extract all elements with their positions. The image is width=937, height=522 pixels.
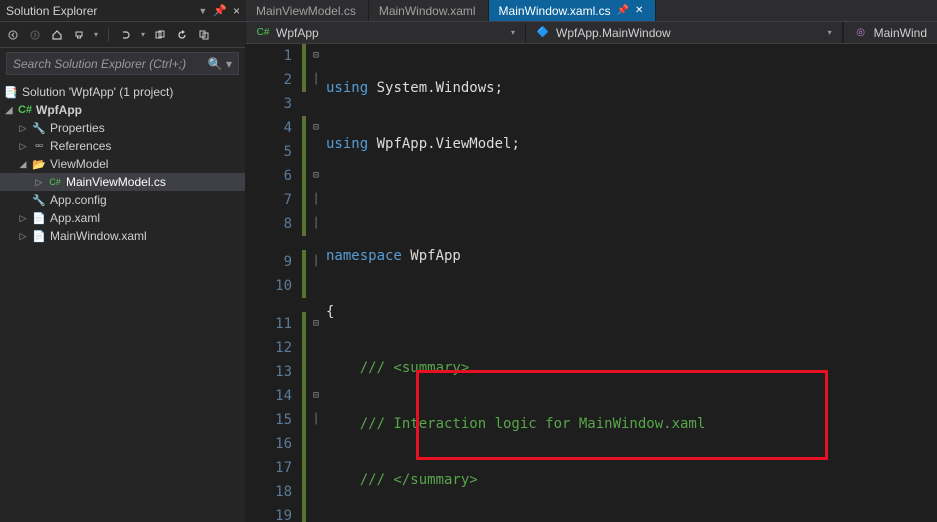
node-label: App.xaml (50, 211, 100, 225)
show-all-icon[interactable] (153, 28, 167, 42)
class-icon: 🔷 (536, 26, 550, 40)
node-label: References (50, 139, 111, 153)
line-number-gutter: 123 456 78 910 111213 141516 171819 20 (246, 44, 302, 522)
search-icon: 🔍 ▾ (208, 57, 232, 71)
nav-project-label: WpfApp (276, 26, 319, 40)
code-body[interactable]: using System.Windows; using WpfApp.ViewM… (326, 44, 937, 522)
navigation-bar: C# WpfApp ▾ 🔷 WpfApp.MainWindow ▾ ◎ Main… (246, 22, 937, 44)
nav-class-label: WpfApp.MainWindow (556, 26, 671, 40)
wrench-icon: 🔧 (32, 121, 46, 135)
sync-icon[interactable] (72, 28, 86, 42)
forward-icon[interactable] (28, 28, 42, 42)
dropdown-icon[interactable]: ▼ (198, 6, 207, 16)
nav-project-dropdown[interactable]: C# WpfApp ▾ (246, 22, 526, 43)
properties-node[interactable]: ▷ 🔧 Properties (0, 119, 245, 137)
collapse-icon[interactable]: ◢ (18, 159, 28, 170)
refresh-icon[interactable] (175, 28, 189, 42)
solution-explorer-toolbar: ▾ ▾ (0, 22, 245, 48)
expand-icon[interactable]: ▷ (18, 213, 28, 224)
code-editor[interactable]: 123 456 78 910 111213 141516 171819 20 (246, 44, 937, 522)
solution-tree: 📑 Solution 'WpfApp' (1 project) ◢ C# Wpf… (0, 79, 245, 249)
appconfig-file[interactable]: 🔧 App.config (0, 191, 245, 209)
main-area: ▾ ▾ Search Solution Explorer (Ctrl+;) 🔍 … (0, 22, 937, 522)
search-placeholder: Search Solution Explorer (Ctrl+;) (13, 57, 186, 71)
config-icon: 🔧 (32, 193, 46, 207)
nav-class-dropdown[interactable]: 🔷 WpfApp.MainWindow ▾ (526, 22, 843, 43)
outlining-margin[interactable]: ⊟│⊟⊟││ │ ⊟⊟│ (306, 44, 326, 522)
tab-label: MainViewModel.cs (256, 4, 356, 18)
xaml-icon: 📄 (32, 229, 46, 243)
node-label: MainWindow.xaml (50, 229, 147, 243)
expand-icon[interactable]: ▷ (34, 177, 44, 188)
tab-label: MainWindow.xaml.cs (499, 4, 611, 18)
solution-explorer-header: Solution Explorer ▼ 📌 × (0, 0, 246, 21)
pin-icon[interactable]: 📌 (213, 4, 227, 17)
tab-mainwindow-cs[interactable]: MainWindow.xaml.cs 📌 ✕ (489, 0, 657, 21)
node-label: ViewModel (50, 157, 108, 171)
tab-mainwindow-xaml[interactable]: MainWindow.xaml (369, 0, 489, 21)
csproj-icon: C# (18, 103, 32, 117)
xaml-icon: 📄 (32, 211, 46, 225)
solution-explorer-title: Solution Explorer (6, 4, 97, 18)
search-input[interactable]: Search Solution Explorer (Ctrl+;) 🔍 ▾ (6, 52, 239, 75)
nav-member-dropdown[interactable]: ◎ MainWind (843, 22, 937, 43)
solution-node[interactable]: 📑 Solution 'WpfApp' (1 project) (0, 83, 245, 101)
expand-icon[interactable]: ▷ (18, 141, 28, 152)
tab-mainviewmodel[interactable]: MainViewModel.cs (246, 0, 369, 21)
cs-file-icon: C# (48, 175, 62, 189)
top-strip: Solution Explorer ▼ 📌 × MainViewModel.cs… (0, 0, 937, 22)
nav-member-label: MainWind (874, 26, 927, 40)
editor-panel: C# WpfApp ▾ 🔷 WpfApp.MainWindow ▾ ◎ Main… (246, 22, 937, 522)
scope-icon[interactable] (119, 28, 133, 42)
home-icon[interactable] (50, 28, 64, 42)
pin-icon[interactable]: 📌 (617, 5, 629, 16)
viewmodel-folder[interactable]: ◢ 📂 ViewModel (0, 155, 245, 173)
back-icon[interactable] (6, 28, 20, 42)
references-icon: ▫▫ (32, 139, 46, 153)
mainwindowxaml-file[interactable]: ▷ 📄 MainWindow.xaml (0, 227, 245, 245)
expand-icon[interactable]: ▷ (18, 231, 28, 242)
csproj-icon: C# (256, 26, 270, 40)
close-icon[interactable]: × (233, 4, 240, 18)
folder-open-icon: 📂 (32, 157, 46, 171)
node-label: App.config (50, 193, 107, 207)
appxaml-file[interactable]: ▷ 📄 App.xaml (0, 209, 245, 227)
chevron-down-icon: ▾ (828, 28, 832, 37)
node-label: WpfApp (36, 103, 82, 117)
solution-icon: 📑 (4, 85, 18, 99)
collapse-icon[interactable]: ◢ (4, 105, 14, 116)
project-node[interactable]: ◢ C# WpfApp (0, 101, 245, 119)
tab-label: MainWindow.xaml (379, 4, 476, 18)
node-label: MainViewModel.cs (66, 175, 166, 189)
collapse-icon[interactable] (197, 28, 211, 42)
expand-icon[interactable]: ▷ (18, 123, 28, 134)
solution-explorer: ▾ ▾ Search Solution Explorer (Ctrl+;) 🔍 … (0, 22, 246, 522)
chevron-down-icon: ▾ (511, 28, 515, 37)
mainviewmodel-file[interactable]: ▷ C# MainViewModel.cs (0, 173, 245, 191)
method-icon: ◎ (854, 26, 868, 40)
node-label: Properties (50, 121, 105, 135)
references-node[interactable]: ▷ ▫▫ References (0, 137, 245, 155)
close-icon[interactable]: ✕ (635, 5, 643, 16)
node-label: Solution 'WpfApp' (1 project) (22, 85, 173, 99)
